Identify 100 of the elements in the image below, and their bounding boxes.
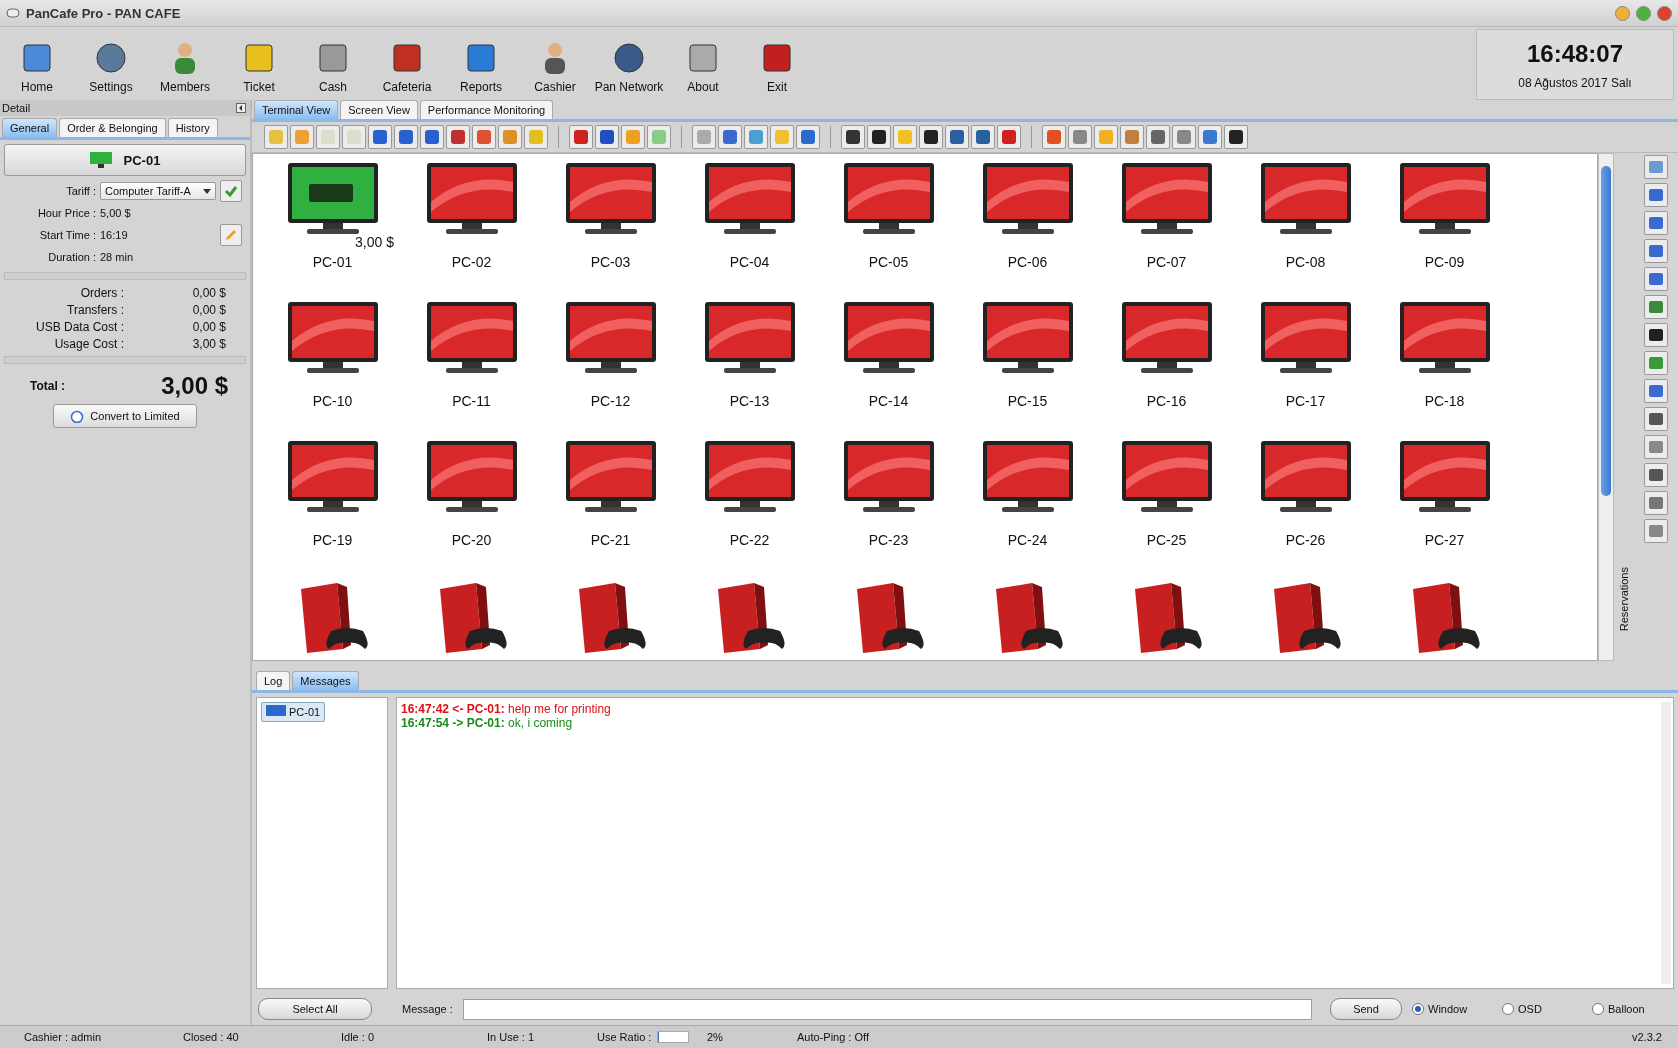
terminal-tile[interactable]: PC-07 — [1097, 162, 1236, 301]
toolbar-icon[interactable] — [595, 125, 619, 149]
tab[interactable]: Messages — [292, 671, 359, 690]
send-button[interactable]: Send — [1330, 998, 1402, 1020]
monitor-icon — [1259, 301, 1352, 375]
toolbar-icon[interactable] — [1224, 125, 1248, 149]
reservations-label[interactable]: Reservations — [1618, 566, 1630, 631]
terminal-tile[interactable]: PC-04 — [680, 162, 819, 301]
terminal-tile[interactable]: PC-25 — [1097, 440, 1236, 579]
terminal-tile[interactable]: PC-08 — [1236, 162, 1375, 301]
radio-option[interactable]: Balloon — [1592, 1003, 1672, 1015]
toolbar-button[interactable]: About — [666, 27, 740, 100]
tab[interactable]: Order & Belonging — [59, 118, 166, 137]
terminal-tile[interactable]: PC-19 — [263, 440, 402, 579]
status-text: Idle : 0 — [340, 1031, 376, 1043]
terminal-tile[interactable]: PC-03 — [541, 162, 680, 301]
terminal-tile[interactable]: PC-22 — [680, 440, 819, 579]
recipient-item[interactable]: PC-01 — [261, 702, 326, 722]
toolbar-button[interactable]: Home — [0, 27, 74, 100]
tab[interactable]: Performance Monitoring — [419, 100, 554, 119]
terminal-tile[interactable]: PC-02 — [402, 162, 541, 301]
close-button[interactable] — [1657, 5, 1672, 21]
convert-button[interactable]: Convert to Limited — [53, 404, 197, 428]
radio-option[interactable]: Window — [1412, 1003, 1492, 1015]
terminal-tile[interactable]: PC-15 — [958, 301, 1097, 440]
terminal-tile[interactable]: PC-12 — [541, 301, 680, 440]
toolbar-icon[interactable] — [919, 125, 943, 149]
terminal-name: PC-01 — [123, 152, 161, 168]
tab[interactable]: General — [2, 118, 58, 137]
monitor-icon — [564, 301, 657, 375]
toolbar-button[interactable]: Members — [148, 27, 222, 100]
tariff-dropdown[interactable]: Computer Tariff-A — [100, 182, 216, 200]
window-menu-icon[interactable] — [6, 8, 20, 18]
tab[interactable]: Log — [256, 671, 291, 690]
monitor-icon — [89, 152, 112, 168]
tab[interactable]: Terminal View — [254, 100, 339, 119]
minimize-button[interactable] — [1615, 5, 1630, 21]
toolbar-button[interactable]: Settings — [74, 27, 148, 100]
toolbar-button[interactable]: Cash — [296, 27, 370, 100]
terminal-tile[interactable]: PC-13 — [680, 301, 819, 440]
total-value: 3,00 $ — [161, 372, 228, 400]
edit-button[interactable] — [220, 224, 242, 246]
monitor-icon — [1398, 301, 1491, 375]
maximize-button[interactable] — [1636, 5, 1651, 21]
monitor-icon — [1398, 440, 1491, 514]
side-tool-icon[interactable] — [1644, 463, 1668, 487]
cost-value: 0,00 $ — [191, 319, 226, 334]
terminal-tile[interactable]: PC-05 — [819, 162, 958, 301]
cost-label: USB Data Cost : — [34, 319, 124, 334]
toolbar-button[interactable]: Ticket — [222, 27, 296, 100]
toolbar-button[interactable]: Exit — [740, 27, 814, 100]
side-tool-icon[interactable] — [1644, 323, 1668, 347]
toolbar-button[interactable]: Cafeteria — [370, 27, 444, 100]
tab[interactable]: Screen View — [340, 100, 418, 119]
side-tool-icon[interactable] — [1644, 407, 1668, 431]
terminal-tile[interactable]: PC-24 — [958, 440, 1097, 579]
active-monitor-icon — [286, 162, 379, 236]
toolbar-button[interactable]: Pan Network — [592, 27, 666, 100]
terminal-button[interactable]: PC-01 — [4, 144, 246, 176]
apply-button[interactable] — [220, 180, 242, 202]
terminal-label: PC-21 — [590, 532, 631, 548]
status-text: In Use : 1 — [486, 1031, 536, 1043]
monitor-icon — [1398, 162, 1491, 236]
monitor-icon — [564, 162, 657, 236]
clock-date: 08 Ağustos 2017 Salı — [1518, 75, 1632, 90]
status-text: Cashier : admin — [23, 1031, 103, 1043]
terminal-tile[interactable]: PC-17 — [1236, 301, 1375, 440]
terminal-tile[interactable]: PC-10 — [263, 301, 402, 440]
terminal-tile[interactable]: PC-14 — [819, 301, 958, 440]
field-label: Duration : — [47, 251, 96, 263]
terminal-label: PC-23 — [868, 532, 909, 548]
select-all-button[interactable]: Select All — [258, 998, 372, 1020]
collapse-icon[interactable] — [236, 103, 246, 113]
monitor-icon — [842, 301, 935, 375]
terminal-tile[interactable]: PC-27 — [1375, 440, 1514, 579]
terminal-tile[interactable]: PC-16 — [1097, 301, 1236, 440]
toolbar-button[interactable]: Reports — [444, 27, 518, 100]
scrollbar[interactable] — [1598, 153, 1614, 661]
tab[interactable]: History — [167, 118, 218, 137]
cost-value: 0,00 $ — [191, 285, 226, 300]
terminal-tile[interactable]: PC-18 — [1375, 301, 1514, 440]
toolbar-icon[interactable] — [841, 125, 865, 149]
terminal-tile[interactable]: PC-26 — [1236, 440, 1375, 579]
terminal-label: PC-01 — [312, 254, 353, 270]
terminal-tile[interactable]: PC-21 — [541, 440, 680, 579]
toolbar-button[interactable]: Cashier — [518, 27, 592, 100]
terminal-tile[interactable]: 3,00 $ PC-01 — [263, 162, 402, 301]
terminal-tile[interactable]: PC-06 — [958, 162, 1097, 301]
toolbar-icon[interactable] — [867, 125, 891, 149]
message-input[interactable] — [462, 998, 1312, 1020]
terminal-tile[interactable]: PC-23 — [819, 440, 958, 579]
terminal-label: PC-24 — [1007, 532, 1048, 548]
terminal-tile[interactable]: PC-20 — [402, 440, 541, 579]
status-text: Closed : 40 — [182, 1031, 240, 1043]
terminal-label: PC-17 — [1285, 393, 1326, 409]
terminal-tile[interactable]: PC-11 — [402, 301, 541, 440]
radio-option[interactable]: OSD — [1502, 1003, 1582, 1015]
terminal-tile[interactable]: PC-09 — [1375, 162, 1514, 301]
monitor-icon — [1259, 440, 1352, 514]
checkmark-icon — [224, 184, 238, 198]
